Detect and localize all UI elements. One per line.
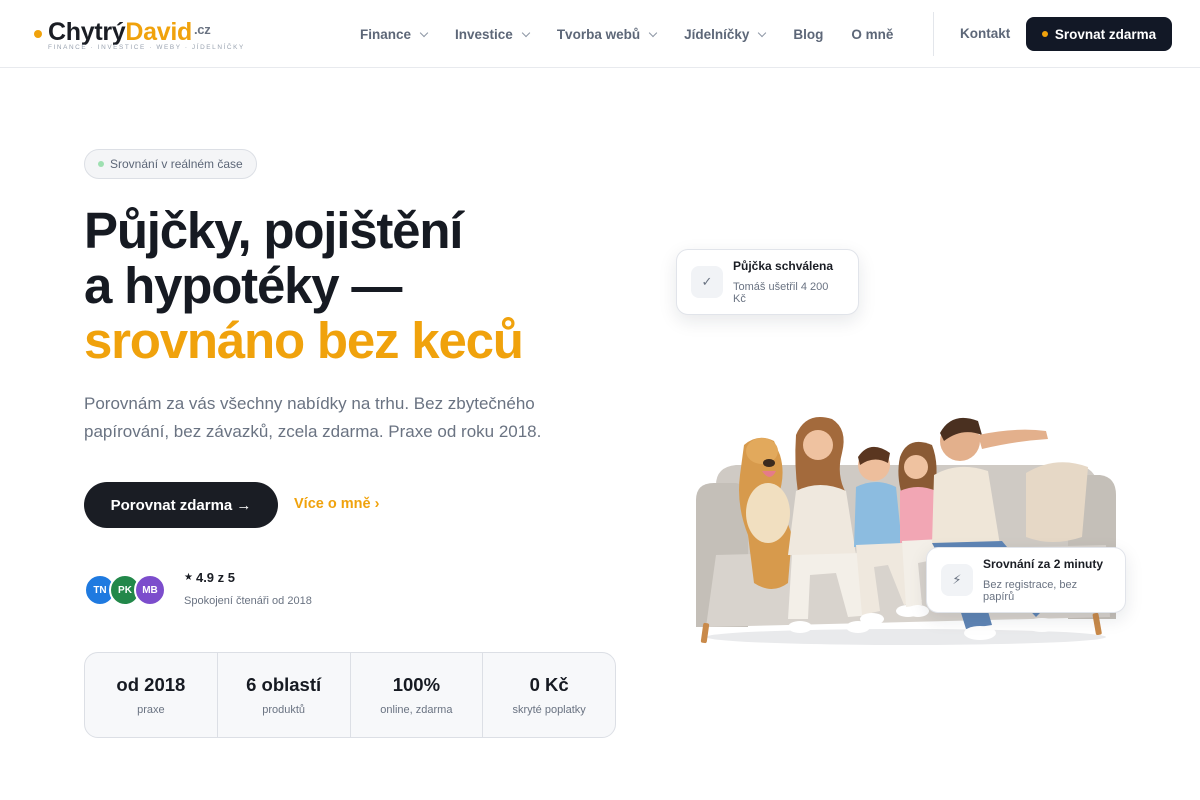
rating-value: 4.9 z 5 xyxy=(195,570,235,585)
loan-approved-card: ✓ Půjčka schválena Tomáš ušetřil 4 200 K… xyxy=(676,249,859,315)
chevron-down-icon xyxy=(648,28,658,37)
hero-lead: Porovnám za vás všechny nabídky na trhu.… xyxy=(84,394,542,441)
nav-item-label: Blog xyxy=(793,26,824,42)
logo-tagline: FINANCE · INVESTICE · WEBY · JÍDELNÍČKY xyxy=(48,44,245,51)
card-title: Půjčka schválena xyxy=(733,259,834,273)
nav-item-jidelnicky[interactable]: Jídelníčky xyxy=(684,26,767,42)
rating-subtitle: Spokojení čtenáři od 2018 xyxy=(184,595,312,607)
stat-value: 100% xyxy=(392,674,441,695)
card-subtitle: Tomáš ušetřil 4 200 Kč xyxy=(733,281,829,305)
nav-item-o-mne[interactable]: O mně xyxy=(851,27,893,42)
chevron-down-icon xyxy=(758,28,767,37)
more-about-me-link[interactable]: Více o mně › xyxy=(294,496,379,512)
stat-value: 0 Kč xyxy=(529,674,569,695)
logo-tld: .cz xyxy=(193,22,211,37)
badge-label: Srovnání v reálném čase xyxy=(110,157,243,171)
nav-item-finance[interactable]: Finance xyxy=(360,26,429,42)
logo-name-part2: David xyxy=(125,18,192,46)
nav-item-blog[interactable]: Blog xyxy=(793,27,823,42)
stat-value: 6 oblastí xyxy=(246,674,322,695)
cta-dot-icon xyxy=(1041,31,1048,37)
fast-comparison-card: ⚡ Srovnání za 2 minuty Bez registrace, b… xyxy=(926,547,1126,613)
check-icon: ✓ xyxy=(691,266,723,298)
stat-value: od 2018 xyxy=(116,674,186,695)
hero-title-line2: a hypotéky — xyxy=(84,257,402,314)
live-comparison-badge: Srovnání v reálném čase xyxy=(84,149,257,179)
header-cta-label: Srovnat zdarma xyxy=(1054,26,1157,42)
site-header: Chytrý David .cz FINANCE · INVESTICE · W… xyxy=(0,0,1200,68)
stat-item: 6 oblastí produktů xyxy=(218,653,351,737)
chevron-down-icon xyxy=(419,28,429,37)
stat-item: 0 Kč skryté poplatky xyxy=(483,653,615,737)
compare-free-button[interactable]: Porovnat zdarma → xyxy=(84,482,278,528)
logo-name-part1: Chytrý xyxy=(48,18,126,46)
stat-label: online, zdarma xyxy=(380,704,453,716)
rating: ★ 4.9 z 5 xyxy=(184,570,235,585)
nav-item-label: Investice xyxy=(455,26,513,42)
header-cta-button[interactable]: Srovnat zdarma xyxy=(1026,17,1172,51)
brand-logo[interactable]: Chytrý David .cz FINANCE · INVESTICE · W… xyxy=(34,18,243,54)
stat-label: skryté poplatky xyxy=(512,704,586,716)
main-nav: Finance Investice Tvorba webů Jídelníčky… xyxy=(346,0,907,68)
chevron-down-icon xyxy=(521,28,531,37)
stat-label: produktů xyxy=(262,704,306,716)
logo-dot-icon xyxy=(34,30,42,38)
star-icon: ★ xyxy=(184,572,193,583)
avatar: MB xyxy=(134,574,166,606)
nav-item-label: Tvorba webů xyxy=(556,26,641,42)
family-sofa-image xyxy=(696,417,1116,645)
stats-bar: od 2018 praxe 6 oblastí produktů 100% on… xyxy=(84,652,616,738)
nav-item-label: O mně xyxy=(851,26,894,42)
contact-link[interactable]: Kontakt xyxy=(960,26,1010,41)
stat-label: praxe xyxy=(137,704,165,716)
lightning-icon: ⚡ xyxy=(941,564,973,596)
hero-title: Půjčky, pojištění a hypotéky — srovnáno … xyxy=(84,202,524,369)
stat-item: od 2018 praxe xyxy=(85,653,218,737)
card-title: Srovnání za 2 minuty xyxy=(983,557,1104,571)
nav-item-label: Finance xyxy=(360,26,412,42)
hero-title-line1: Půjčky, pojištění xyxy=(84,202,463,259)
stat-item: 100% online, zdarma xyxy=(351,653,484,737)
card-subtitle: Bez registrace, bez papírů xyxy=(983,579,1078,603)
nav-item-tvorba-webu[interactable]: Tvorba webů xyxy=(556,26,658,42)
live-status-dot-icon xyxy=(98,161,104,167)
nav-item-label: Jídelníčky xyxy=(684,26,750,42)
nav-item-investice[interactable]: Investice xyxy=(455,26,531,42)
nav-divider xyxy=(933,12,934,56)
logo-wordmark: Chytrý David .cz xyxy=(34,18,211,46)
hero-title-accent: srovnáno bez keců xyxy=(84,312,524,369)
